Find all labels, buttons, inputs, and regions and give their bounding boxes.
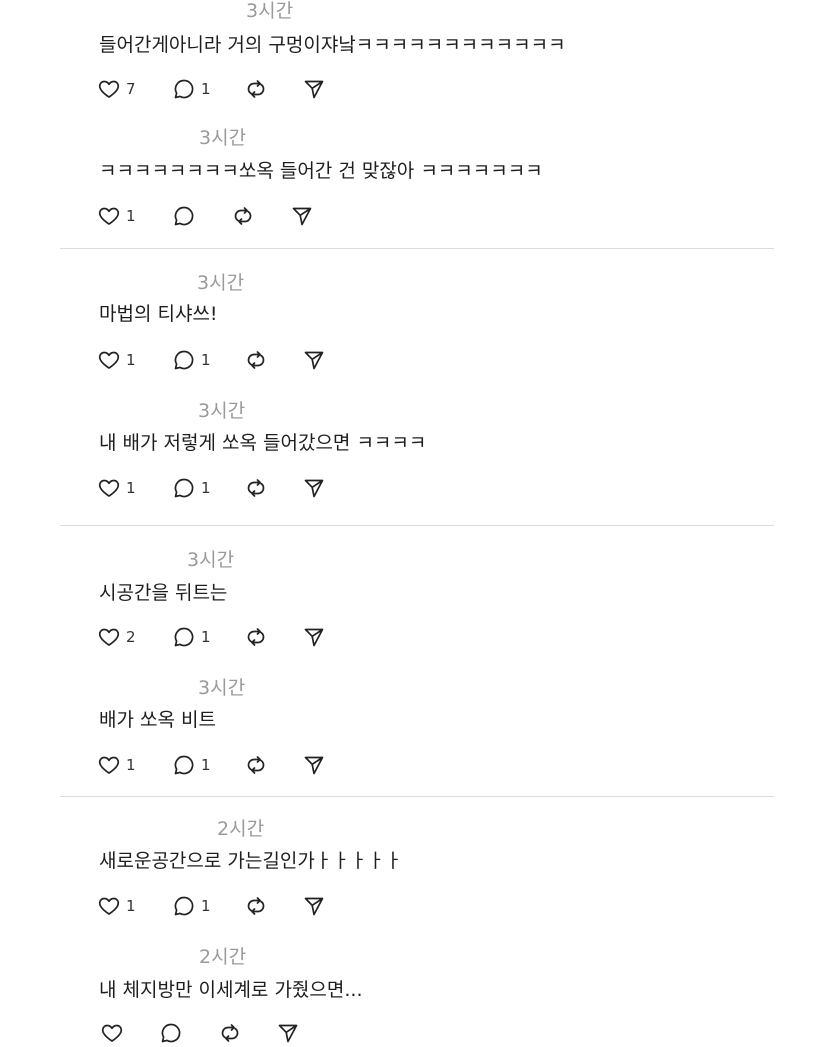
repost-button[interactable]: [244, 623, 268, 651]
heart-icon: [98, 756, 120, 774]
like-count: 1: [126, 756, 136, 774]
post-timestamp: 3시간: [198, 400, 246, 422]
share-button[interactable]: [302, 474, 326, 502]
speech-bubble-icon: [161, 1023, 181, 1043]
send-icon: [292, 207, 312, 226]
post-timestamp: 3시간: [197, 272, 245, 294]
like-count: 1: [126, 207, 136, 225]
reply-count: 1: [201, 628, 211, 646]
reply-button[interactable]: 1: [172, 75, 211, 103]
speech-bubble-icon: [174, 79, 194, 99]
like-count: 2: [126, 628, 136, 646]
share-button[interactable]: [302, 892, 326, 920]
share-button[interactable]: [290, 202, 314, 230]
reply-count: 1: [201, 80, 211, 98]
repost-button[interactable]: [244, 751, 268, 779]
heart-icon: [101, 1024, 123, 1042]
reply-button[interactable]: 1: [172, 892, 211, 920]
share-button[interactable]: [302, 623, 326, 651]
share-button[interactable]: [302, 75, 326, 103]
post-timestamp: 3시간: [199, 127, 247, 149]
reply-count: 1: [201, 897, 211, 915]
share-button[interactable]: [302, 346, 326, 374]
post-text: 배가 쏘옥 비트: [99, 709, 216, 731]
reply-button[interactable]: [172, 202, 201, 230]
like-button[interactable]: 1: [97, 474, 136, 502]
post-text: 내 배가 저렇게 쏘옥 들어갔으면 ㅋㅋㅋㅋ: [99, 432, 427, 454]
like-button[interactable]: 1: [97, 751, 136, 779]
repost-icon: [221, 1024, 239, 1042]
reply-count: 1: [201, 479, 211, 497]
post-timestamp: 3시간: [246, 0, 294, 22]
share-button[interactable]: [302, 751, 326, 779]
post-text: 시공간을 뒤트는: [99, 582, 228, 604]
speech-bubble-icon: [174, 627, 194, 647]
repost-icon: [247, 479, 265, 497]
like-button[interactable]: 7: [97, 75, 136, 103]
repost-button[interactable]: [244, 75, 268, 103]
reply-button[interactable]: 1: [172, 474, 211, 502]
repost-icon: [247, 897, 265, 915]
thread-divider: [60, 248, 774, 249]
speech-bubble-icon: [174, 896, 194, 916]
heart-icon: [98, 80, 120, 98]
like-count: 7: [126, 80, 136, 98]
heart-icon: [98, 479, 120, 497]
repost-icon: [247, 628, 265, 646]
post-timestamp: 3시간: [187, 549, 235, 571]
send-icon: [304, 80, 324, 99]
repost-icon: [234, 207, 252, 225]
repost-icon: [247, 351, 265, 369]
repost-button[interactable]: [218, 1019, 242, 1047]
like-count: 1: [126, 479, 136, 497]
post-timestamp: 2시간: [199, 946, 247, 968]
post-text: 내 체지방만 이세계로 가줬으면...: [99, 979, 363, 1001]
speech-bubble-icon: [174, 206, 194, 226]
repost-button[interactable]: [231, 202, 255, 230]
post-text: 들어간게아니라 거의 구멍이쟈낰ㅋㅋㅋㅋㅋㅋㅋㅋㅋㅋㅋㅋ: [99, 34, 566, 56]
reply-button[interactable]: [159, 1019, 183, 1047]
send-icon: [304, 479, 324, 498]
heart-icon: [98, 897, 120, 915]
share-button[interactable]: [276, 1019, 300, 1047]
heart-icon: [98, 351, 120, 369]
send-icon: [304, 756, 324, 775]
thread-divider: [60, 796, 774, 797]
send-icon: [278, 1024, 298, 1043]
send-icon: [304, 628, 324, 647]
speech-bubble-icon: [174, 350, 194, 370]
reply-button[interactable]: 1: [172, 751, 211, 779]
repost-button[interactable]: [244, 892, 268, 920]
repost-button[interactable]: [244, 346, 268, 374]
repost-button[interactable]: [244, 474, 268, 502]
repost-icon: [247, 80, 265, 98]
thread-divider: [60, 525, 774, 526]
post-text: ㅋㅋㅋㅋㅋㅋㅋㅋ쏘옥 들어간 건 맞잖아 ㅋㅋㅋㅋㅋㅋㅋ: [99, 160, 543, 182]
post-timestamp: 3시간: [198, 677, 246, 699]
like-count: 1: [126, 897, 136, 915]
reply-count: 1: [201, 756, 211, 774]
heart-icon: [98, 207, 120, 225]
post-text: 마법의 티샤쓰!: [99, 303, 218, 325]
post-timestamp: 2시간: [217, 818, 265, 840]
speech-bubble-icon: [174, 478, 194, 498]
send-icon: [304, 351, 324, 370]
like-button[interactable]: 2: [97, 623, 136, 651]
reply-button[interactable]: 1: [172, 623, 211, 651]
post-text: 새로운공간으로 가는길인가ㅏㅏㅏㅏㅏ: [99, 850, 403, 872]
repost-icon: [247, 756, 265, 774]
like-count: 1: [126, 351, 136, 369]
reply-count: 1: [201, 351, 211, 369]
send-icon: [304, 897, 324, 916]
like-button[interactable]: 1: [97, 202, 136, 230]
heart-icon: [98, 628, 120, 646]
like-button[interactable]: 1: [97, 346, 136, 374]
reply-button[interactable]: 1: [172, 346, 211, 374]
like-button[interactable]: 1: [97, 892, 136, 920]
speech-bubble-icon: [174, 755, 194, 775]
like-button[interactable]: [100, 1019, 124, 1047]
